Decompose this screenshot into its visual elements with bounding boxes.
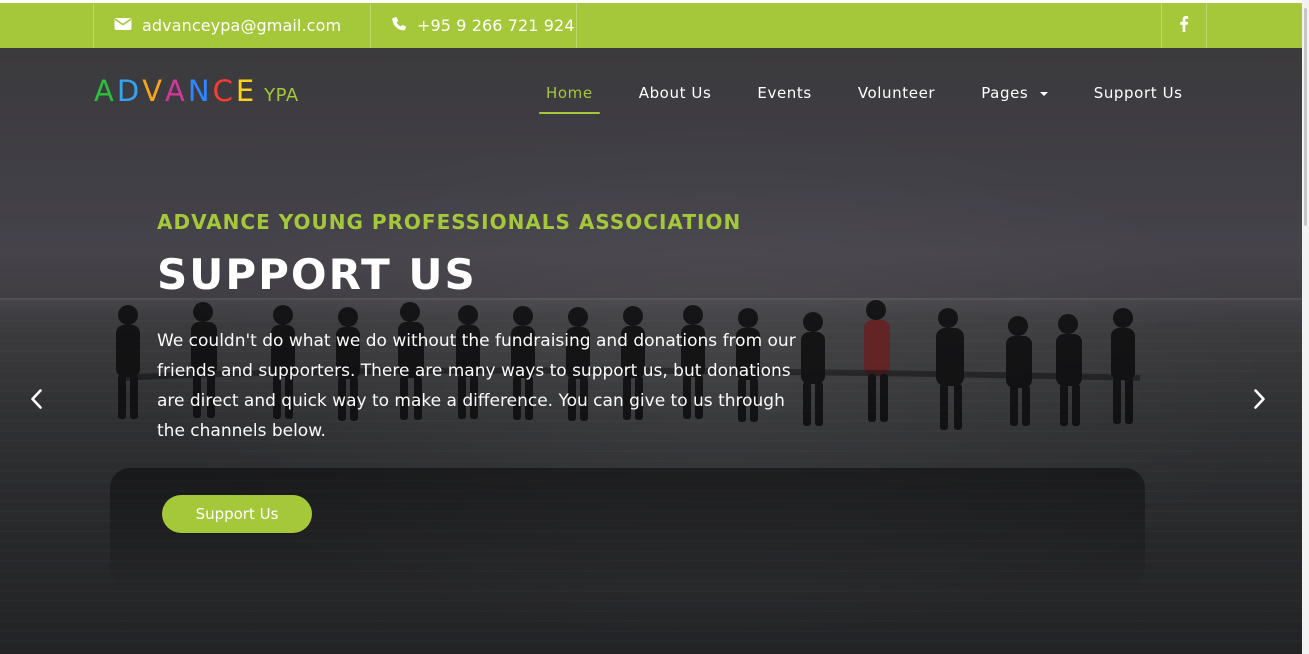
brand-letter: C xyxy=(212,74,235,108)
nav-item-volunteer[interactable]: Volunteer xyxy=(858,76,935,112)
nav-item-label: Volunteer xyxy=(857,84,936,102)
nav-item-home[interactable]: Home xyxy=(539,76,600,114)
hero-title: SUPPORT US xyxy=(157,250,477,299)
brand-letter: A xyxy=(94,74,116,108)
support-us-button[interactable]: Support Us xyxy=(162,495,312,533)
phone-text[interactable]: +95 9 266 721 924 xyxy=(417,16,575,35)
email-text[interactable]: advanceypa@gmail.com xyxy=(142,16,341,35)
nav-item-about-us[interactable]: About Us xyxy=(639,76,712,112)
phone-contact[interactable]: +95 9 266 721 924 xyxy=(370,3,577,48)
page-scrollbar[interactable] xyxy=(1302,0,1309,654)
brand-logo[interactable]: A D V A N C E YPA xyxy=(94,77,299,106)
scrollbar-thumb[interactable] xyxy=(1304,8,1307,226)
hero-eyebrow: ADVANCE YOUNG PROFESSIONALS ASSOCIATION xyxy=(157,210,742,234)
brand-letter: D xyxy=(116,74,142,108)
chevron-right-icon xyxy=(1253,388,1267,414)
brand-letter: N xyxy=(187,74,212,108)
carousel-next-button[interactable] xyxy=(1248,386,1272,416)
nav-item-label: Pages xyxy=(981,84,1029,102)
top-contact-bar: advanceypa@gmail.com +95 9 266 721 924 xyxy=(0,3,1302,48)
brand-letter: A xyxy=(165,74,187,108)
carousel-prev-button[interactable] xyxy=(24,386,48,416)
nav-item-label: Events xyxy=(757,84,812,102)
support-us-button-label: Support Us xyxy=(195,505,279,523)
chevron-left-icon xyxy=(29,388,43,414)
hero-content: ADVANCE YOUNG PROFESSIONALS ASSOCIATION … xyxy=(157,210,837,446)
facebook-link[interactable] xyxy=(1161,3,1207,48)
brand-suffix: YPA xyxy=(264,85,299,106)
nav-item-pages[interactable]: Pages xyxy=(981,76,1048,112)
brand-letter: E xyxy=(235,74,257,108)
email-contact[interactable]: advanceypa@gmail.com xyxy=(93,3,371,48)
main-nav: Home About Us Events Volunteer Pages Sup… xyxy=(539,76,1183,114)
brand-wordmark[interactable]: A D V A N C E xyxy=(94,77,256,106)
brand-letter: V xyxy=(142,74,165,108)
envelope-icon xyxy=(114,16,132,35)
nav-item-label: About Us xyxy=(638,84,712,102)
hero-description: We couldn't do what we do without the fu… xyxy=(157,331,796,442)
phone-icon xyxy=(391,16,407,36)
nav-item-support-us[interactable]: Support Us xyxy=(1094,76,1183,112)
facebook-icon xyxy=(1179,15,1189,36)
nav-item-label: Home xyxy=(546,84,593,102)
nav-item-label: Support Us xyxy=(1093,84,1183,102)
caret-down-icon xyxy=(1039,92,1048,96)
nav-item-events[interactable]: Events xyxy=(757,76,811,112)
